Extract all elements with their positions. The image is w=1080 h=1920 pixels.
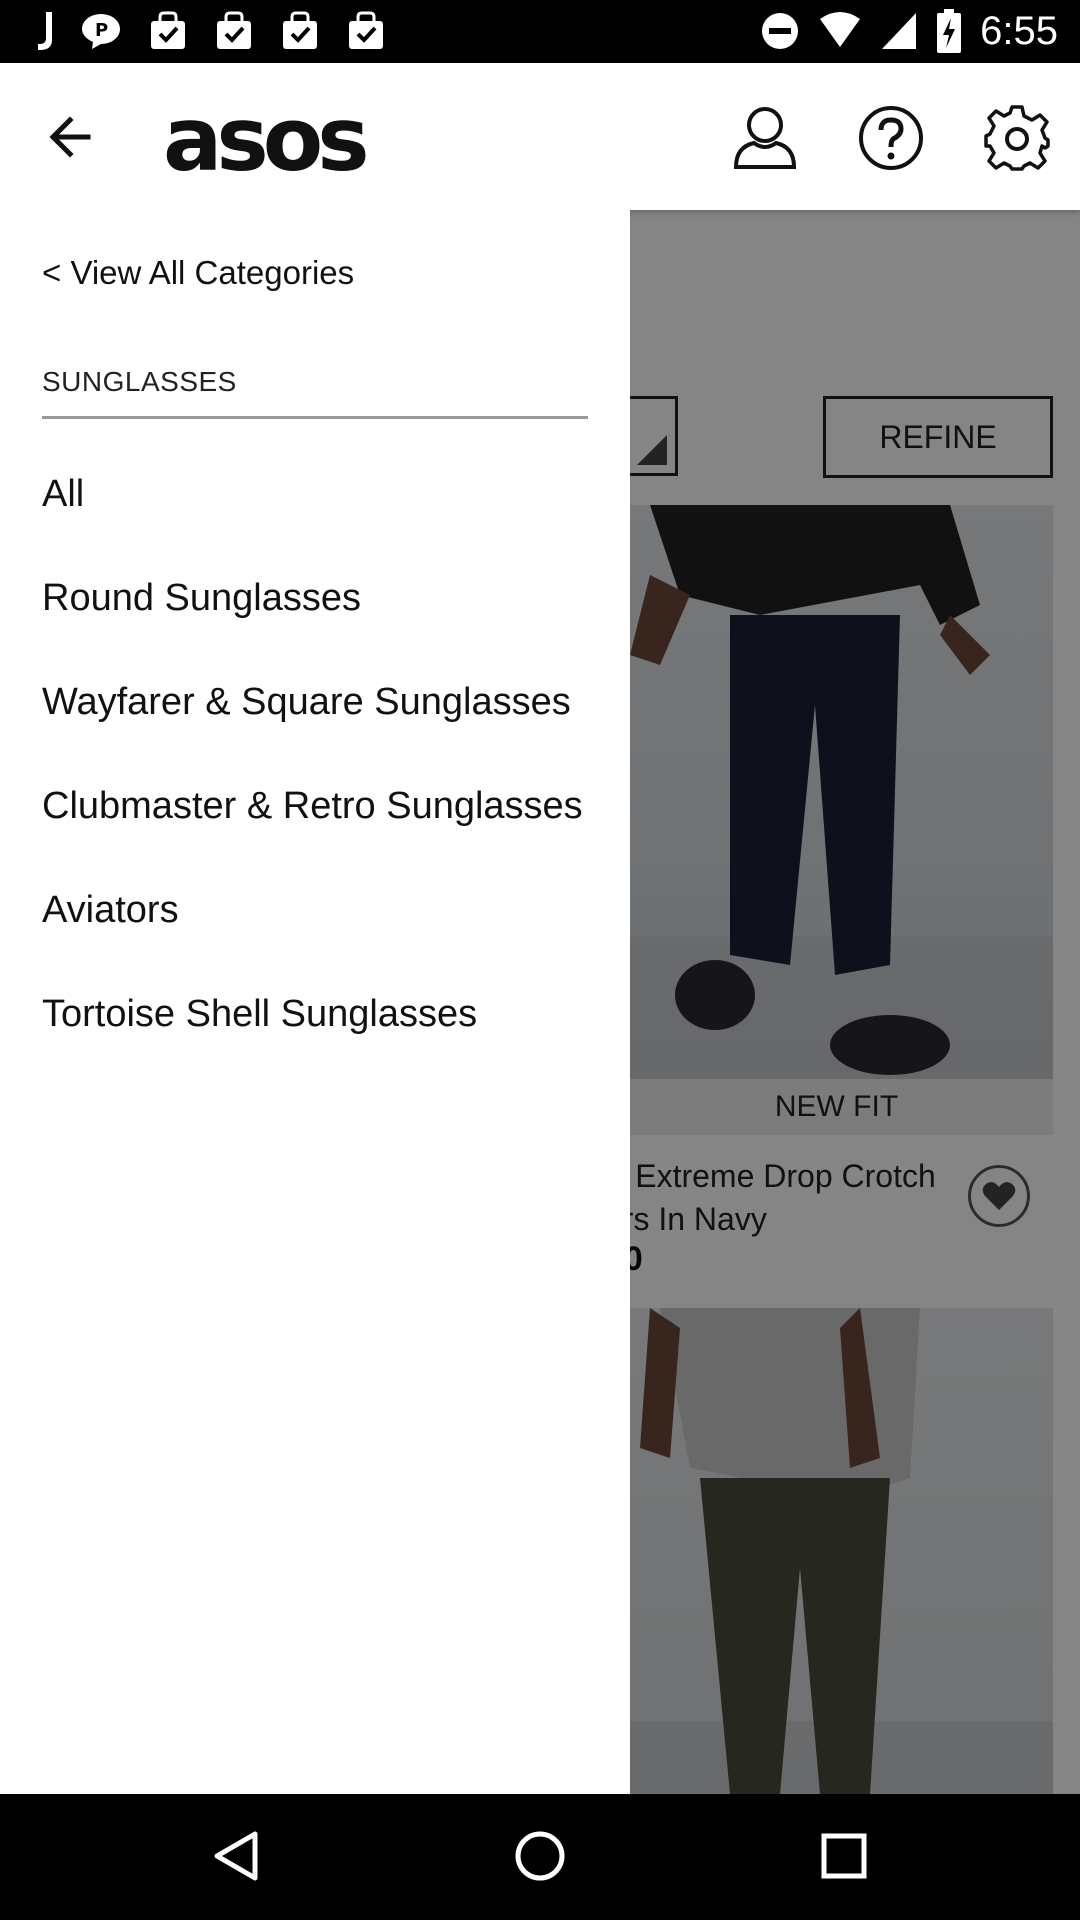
view-all-categories-link[interactable]: < View All Categories <box>42 254 354 292</box>
menu-item-all[interactable]: All <box>42 463 602 525</box>
svg-text:P: P <box>95 20 108 41</box>
wifi-icon <box>820 12 861 47</box>
section-header: SUNGLASSES <box>42 366 588 419</box>
do-not-disturb-icon <box>762 13 799 49</box>
shopping-bag-icon <box>151 11 185 49</box>
nav-recents-icon[interactable] <box>820 1832 868 1880</box>
account-icon[interactable] <box>730 103 800 173</box>
shopping-bag-icon <box>349 11 383 49</box>
category-drawer: < View All Categories SUNGLASSES All Rou… <box>0 210 630 1794</box>
nav-home-icon[interactable] <box>514 1830 566 1882</box>
menu-item-aviators[interactable]: Aviators <box>42 879 602 941</box>
nav-back-icon[interactable] <box>213 1830 259 1882</box>
status-bar: P 6:55 <box>0 0 1080 63</box>
settings-gear-icon[interactable] <box>982 103 1052 173</box>
menu-item-wayfarer-square[interactable]: Wayfarer & Square Sunglasses <box>42 671 602 733</box>
asos-logo[interactable]: asos <box>163 96 370 184</box>
menu-item-tortoise-shell[interactable]: Tortoise Shell Sunglasses <box>42 983 602 1045</box>
menu-item-clubmaster-retro[interactable]: Clubmaster & Retro Sunglasses <box>42 775 602 837</box>
j-app-icon <box>38 12 52 50</box>
system-navigation-bar <box>0 1794 1080 1920</box>
app-bar: asos <box>0 63 1080 210</box>
back-arrow-icon[interactable] <box>42 108 100 166</box>
shopping-bag-icon <box>283 11 317 49</box>
battery-charging-icon <box>937 9 962 53</box>
status-time: 6:55 <box>980 8 1058 53</box>
help-icon[interactable] <box>856 103 926 173</box>
chat-notification-icon: P <box>82 14 120 49</box>
cell-signal-icon <box>882 13 917 49</box>
shopping-bag-icon <box>217 11 251 49</box>
menu-item-round-sunglasses[interactable]: Round Sunglasses <box>42 567 602 629</box>
